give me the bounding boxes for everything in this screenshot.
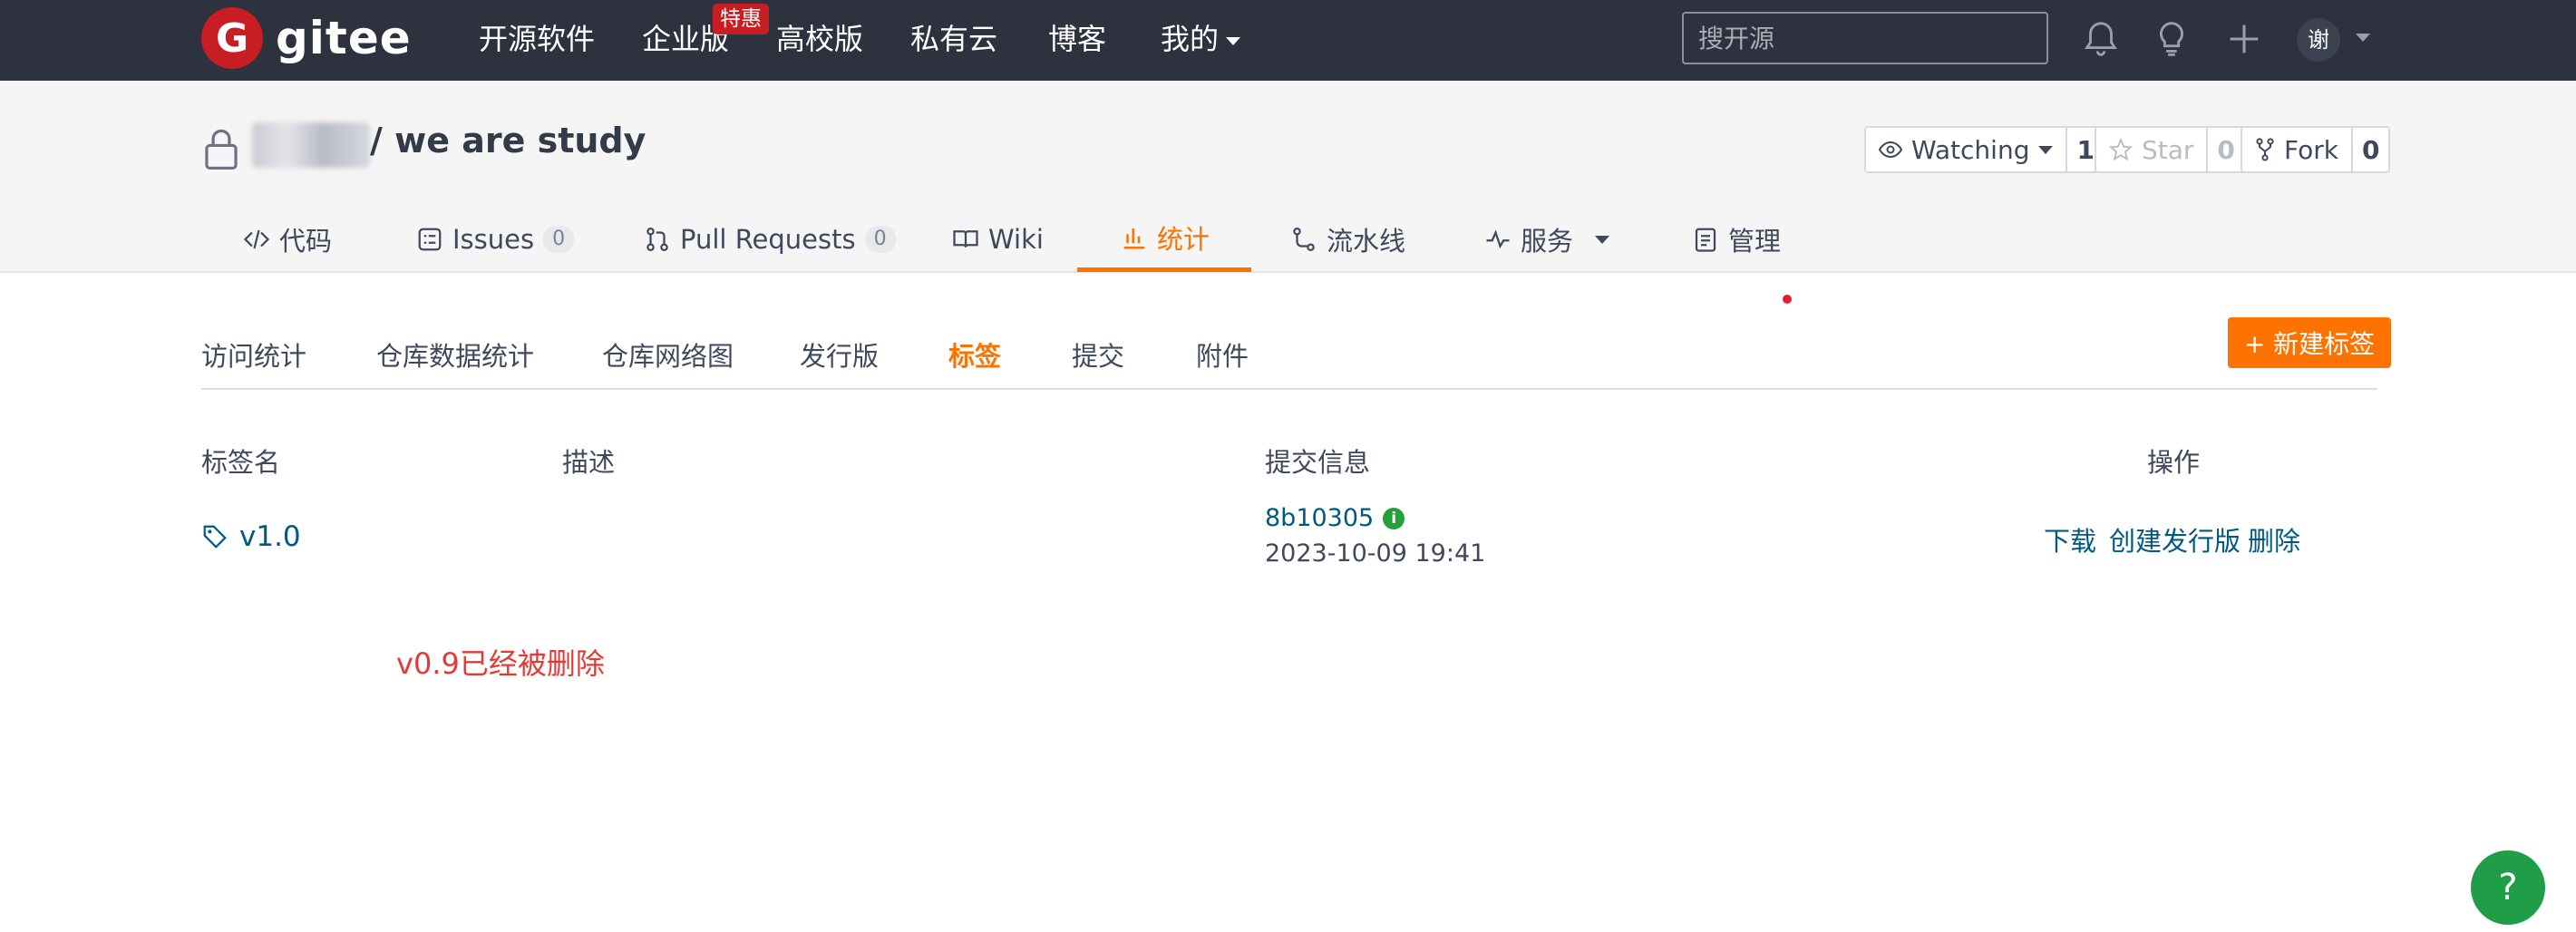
star-icon (2109, 138, 2133, 161)
tab-label: 代码 (279, 226, 333, 257)
tab-pull-requests[interactable]: Pull Requests 0 (644, 207, 896, 272)
bar-chart-icon (1123, 228, 1145, 248)
commit-date: 2023-10-09 19:41 (1265, 539, 1486, 568)
statistics-subtabs: 访问统计 仓库数据统计 仓库网络图 发行版 标签 提交 附件 + 新建标签 (201, 317, 2391, 390)
nav-mine-label: 我的 (1161, 22, 1220, 56)
gitee-logo-icon: G (201, 7, 263, 69)
repo-tabs: 代码 Issues 0 Pull Requests 0 Wiki 统计 流水线 … (0, 207, 2576, 304)
repo-title[interactable]: / we are study (370, 121, 646, 160)
star-count[interactable]: 0 (2208, 128, 2243, 171)
fork-label: Fork (2284, 134, 2338, 165)
tab-label: 流水线 (1327, 226, 1406, 257)
tab-wiki[interactable]: Wiki (952, 207, 1044, 272)
subtab-attachments[interactable]: 附件 (1196, 335, 1249, 374)
eye-icon (1879, 141, 1902, 159)
star-label: Star (2142, 134, 2194, 165)
subtab-tags[interactable]: 标签 (948, 335, 1001, 374)
chevron-down-icon (1226, 36, 1241, 45)
tab-label: Wiki (988, 224, 1044, 255)
tab-label: 管理 (1728, 226, 1782, 257)
avatar[interactable]: 谢 (2297, 18, 2340, 62)
tag-name: v1.0 (239, 520, 301, 553)
info-icon[interactable]: i (1383, 507, 1405, 529)
deleted-tag-annotation: v0.9已经被删除 (396, 646, 605, 681)
notification-dot (1783, 295, 1792, 304)
tab-label: Pull Requests (680, 224, 856, 255)
subtab-network[interactable]: 仓库网络图 (602, 335, 734, 374)
subtab-commits[interactable]: 提交 (1072, 335, 1124, 374)
help-button[interactable]: ? (2471, 850, 2545, 925)
nav-mine[interactable]: 我的 (1161, 18, 1241, 60)
fork-button[interactable]: Fork 0 (2241, 126, 2391, 173)
header-actions: 操作 (2147, 447, 2201, 478)
issues-icon (418, 228, 442, 251)
tab-manage[interactable]: 管理 (1692, 207, 1781, 272)
header-tag-name: 标签名 (201, 447, 281, 478)
repo-header: / we are study Watching 1 Star 0 Fork 0 … (0, 81, 2576, 304)
delete-link[interactable]: 删除 (2248, 520, 2300, 558)
pulse-icon (1486, 229, 1510, 249)
tab-issues[interactable]: Issues 0 (416, 207, 575, 272)
lock-icon (205, 129, 238, 170)
bell-icon[interactable] (2080, 18, 2122, 60)
fork-count[interactable]: 0 (2353, 128, 2388, 171)
nav-blog[interactable]: 博客 (1048, 18, 1106, 60)
download-link[interactable]: 下载 (2044, 520, 2096, 558)
code-icon (243, 229, 270, 249)
watch-button[interactable]: Watching 1 (1864, 126, 2105, 173)
subtab-visits[interactable]: 访问统计 (201, 335, 306, 374)
tab-statistics[interactable]: 统计 (1077, 207, 1252, 272)
tag-icon (203, 525, 227, 549)
subtab-repo-data[interactable]: 仓库数据统计 (376, 335, 534, 374)
watch-label: Watching (1911, 134, 2030, 165)
promo-badge: 特惠 (713, 4, 769, 34)
header-description: 描述 (562, 447, 616, 478)
book-icon (953, 230, 978, 248)
search-input[interactable] (1682, 12, 2048, 64)
logo-text: gitee (276, 12, 412, 64)
gitee-logo[interactable]: G gitee (201, 7, 412, 69)
tab-pipeline[interactable]: 流水线 (1290, 207, 1405, 272)
commit-sha-link[interactable]: 8b10305 i (1265, 504, 1405, 532)
fork-icon (2256, 138, 2274, 161)
owner-name-redacted (252, 122, 370, 168)
tab-services[interactable]: 服务 (1484, 207, 1610, 272)
tab-label: 服务 (1521, 226, 1574, 257)
pull-request-icon (646, 228, 668, 251)
chevron-down-icon[interactable] (2356, 34, 2370, 42)
commit-sha: 8b10305 (1265, 504, 1375, 532)
tab-label: 统计 (1157, 223, 1210, 255)
create-release-link[interactable]: 创建发行版 (2109, 520, 2241, 558)
clipboard-icon (1695, 228, 1716, 252)
tab-label: Issues (452, 224, 535, 255)
lightbulb-icon[interactable] (2151, 18, 2192, 60)
nav-private-cloud[interactable]: 私有云 (910, 18, 997, 60)
top-nav: G gitee 开源软件 企业版 特惠 高校版 私有云 博客 我的 谢 (0, 0, 2576, 81)
pipeline-icon (1293, 228, 1315, 251)
tag-link[interactable]: v1.0 (201, 520, 301, 553)
new-tag-button[interactable]: + 新建标签 (2228, 317, 2391, 368)
header-commit-info: 提交信息 (1265, 447, 1371, 478)
nav-education[interactable]: 高校版 (776, 18, 863, 60)
chevron-down-icon (2038, 145, 2054, 154)
tab-count: 0 (543, 226, 575, 253)
subtab-releases[interactable]: 发行版 (800, 335, 879, 374)
chevron-down-icon (1595, 235, 1610, 244)
nav-open-source[interactable]: 开源软件 (479, 18, 595, 60)
tab-count: 0 (864, 226, 896, 253)
star-button[interactable]: Star 0 (2095, 126, 2246, 173)
tab-code[interactable]: 代码 (243, 207, 332, 272)
plus-icon[interactable] (2223, 18, 2265, 60)
